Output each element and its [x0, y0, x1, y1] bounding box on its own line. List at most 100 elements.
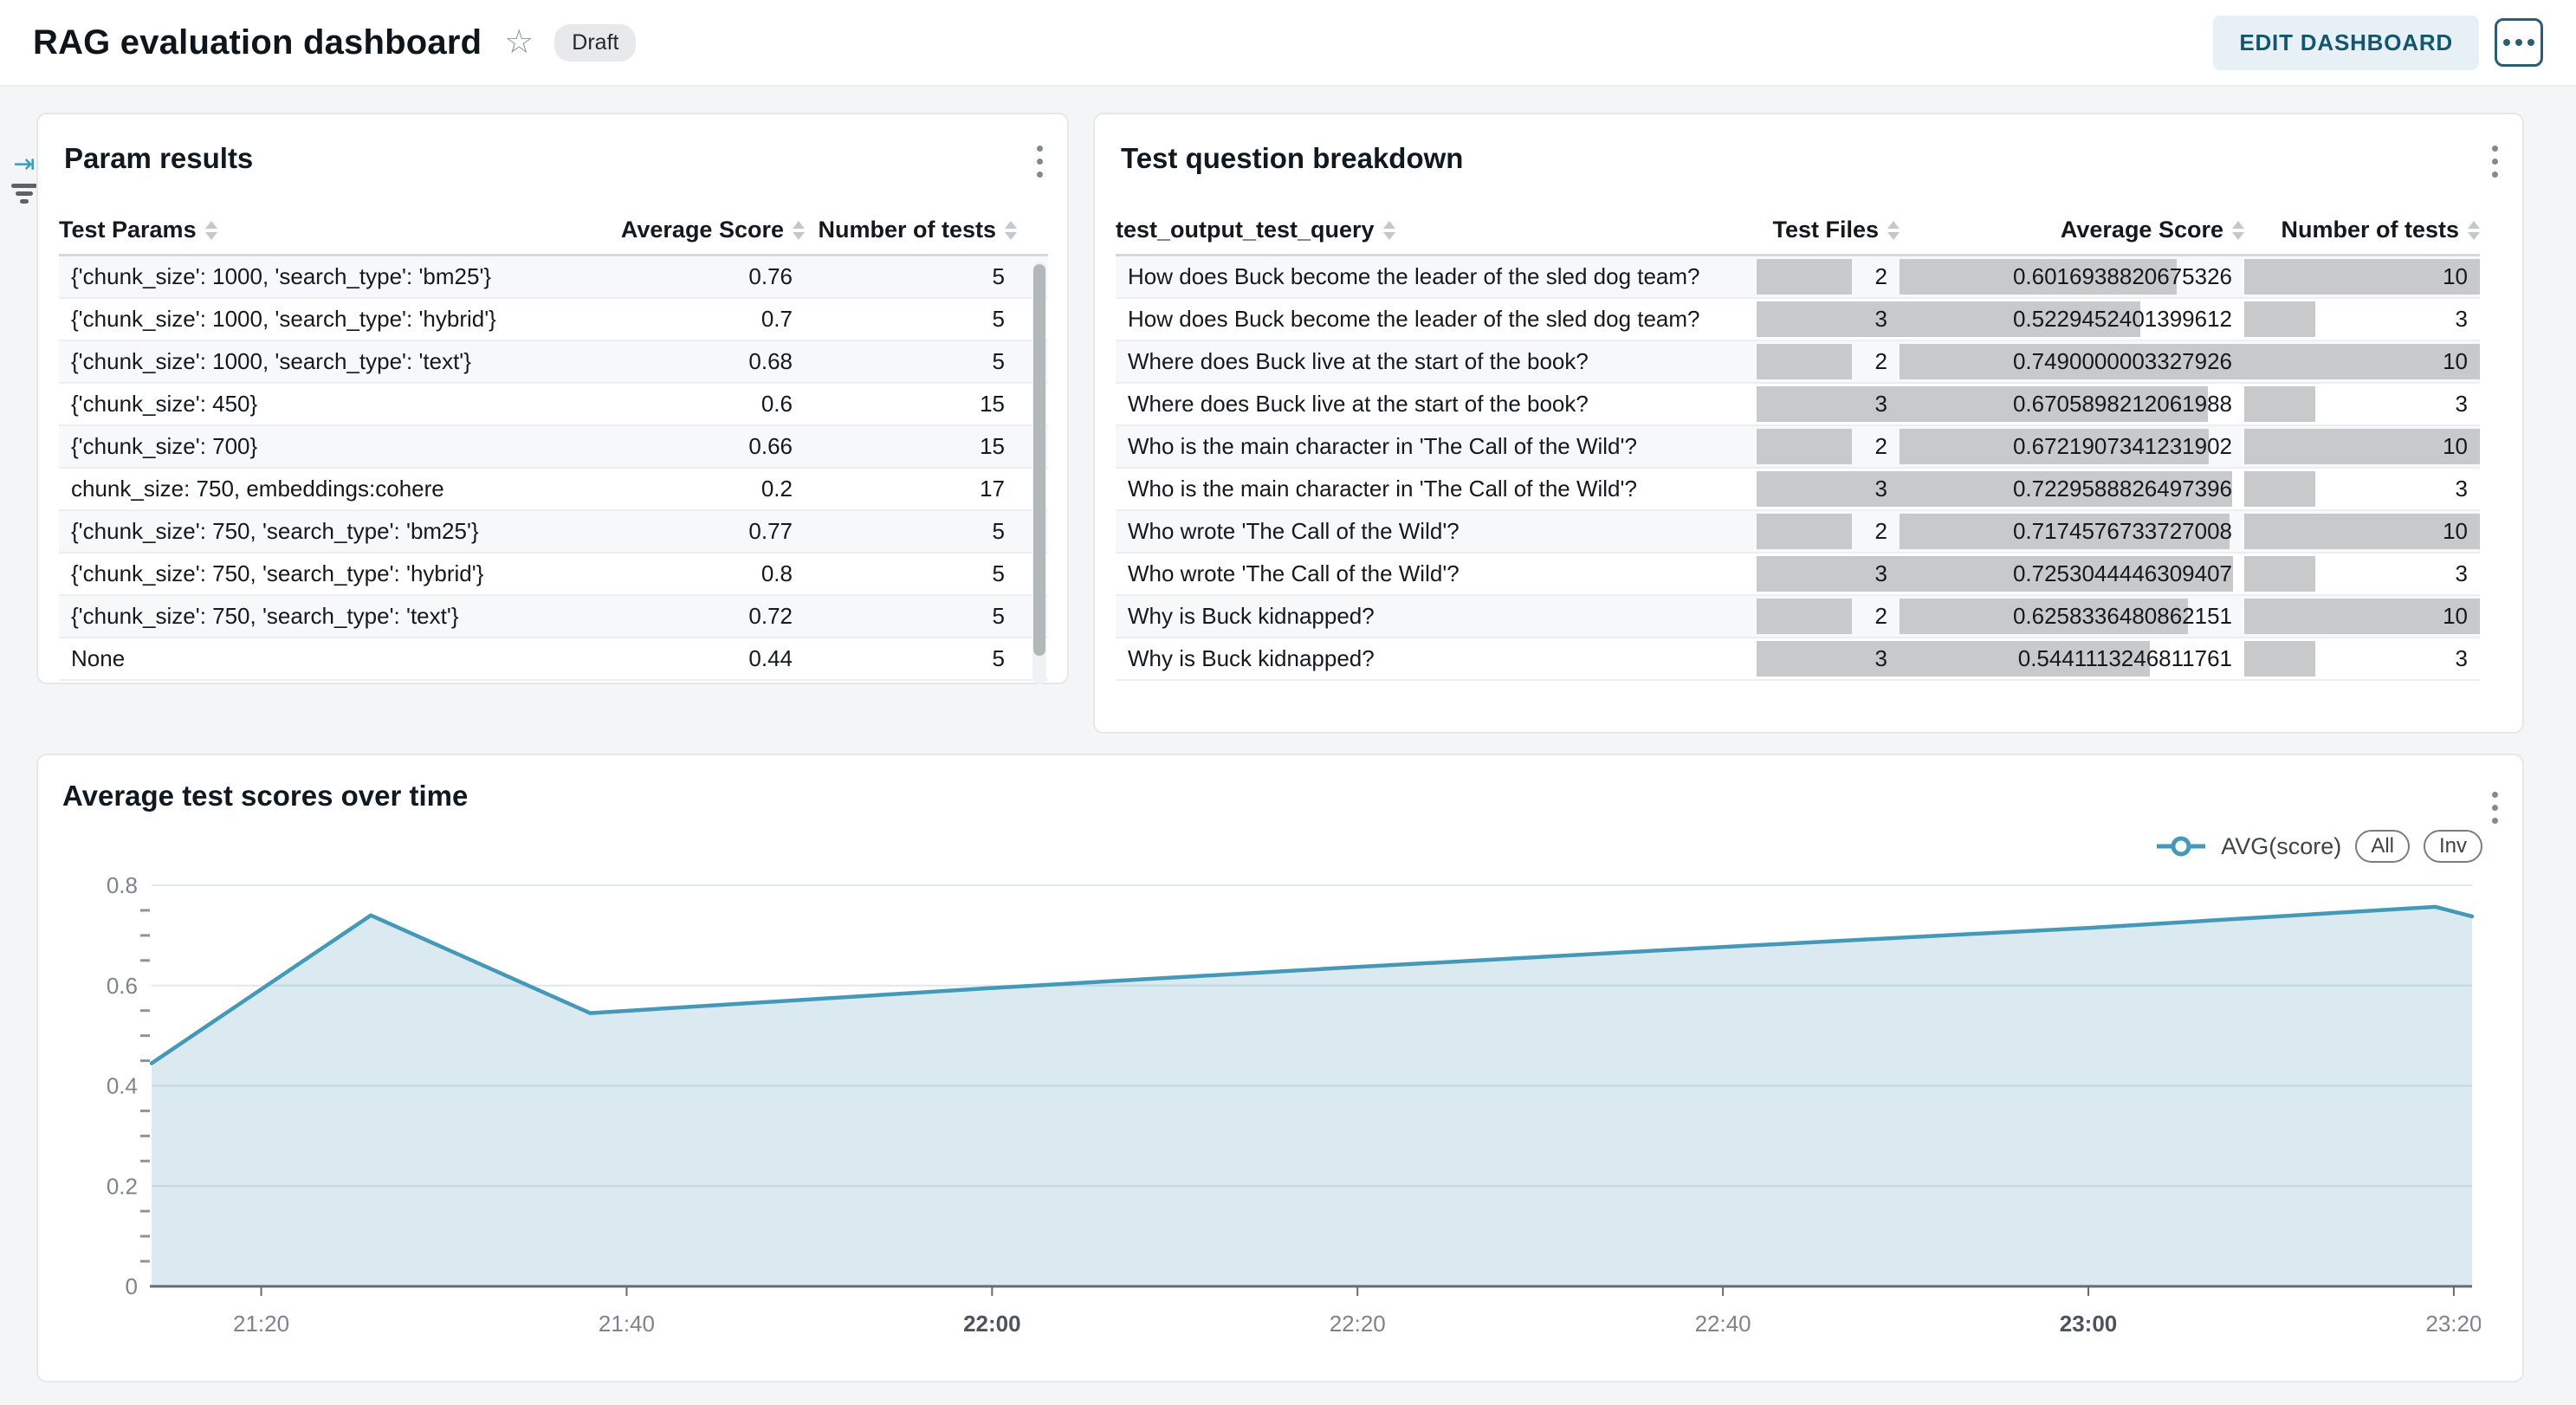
table-row[interactable]: Who is the main character in 'The Call o… [1116, 426, 2480, 469]
num-tests-cell: 5 [805, 256, 1017, 297]
table-row[interactable]: {'chunk_size': 750, 'search_type': 'text… [59, 596, 1048, 638]
sort-icon [205, 221, 217, 240]
x-tick-label: 21:20 [233, 1311, 289, 1337]
param-results-menu-button[interactable] [1032, 140, 1048, 183]
table-row[interactable]: {'chunk_size': 1000, 'search_type': 'hyb… [59, 299, 1048, 341]
chart-menu-button[interactable] [2487, 787, 2503, 829]
query-cell: Who is the main character in 'The Call o… [1116, 469, 1757, 509]
x-tick-label: 22:20 [1330, 1311, 1386, 1337]
avg-score-cell: 0.7229588826497396 [1900, 469, 2244, 509]
page-title: RAG evaluation dashboard [33, 23, 482, 62]
num-tests-cell: 3 [2244, 638, 2480, 679]
question-breakdown-table: test_output_test_queryTest FilesAverage … [1116, 206, 2480, 681]
table-row[interactable]: {'chunk_size': 750, 'search_type': 'hybr… [59, 554, 1048, 596]
num-tests-cell: 3 [2244, 469, 2480, 509]
data-bar [1757, 344, 1852, 379]
table-row[interactable]: Where does Buck live at the start of the… [1116, 341, 2480, 384]
sort-icon [1005, 221, 1017, 240]
table-row[interactable]: Why is Buck kidnapped?30.544111324681176… [1116, 638, 2480, 681]
num-tests-cell: 10 [2244, 256, 2480, 297]
num-tests-cell: 5 [805, 341, 1017, 382]
question-breakdown-menu-button[interactable] [2487, 140, 2503, 183]
num-tests-cell: 10 [2244, 511, 2480, 552]
query-cell: Where does Buck live at the start of the… [1116, 384, 1757, 424]
table-row[interactable]: {'chunk_size': 1000, 'search_type': 'bm2… [59, 256, 1048, 299]
avg-score-cell: 0.76 [610, 256, 805, 297]
favorite-star-icon[interactable]: ☆ [504, 26, 534, 59]
param-cell: {'chunk_size': 450} [59, 384, 610, 424]
column-header[interactable]: Test Files [1757, 217, 1900, 243]
num-tests-cell: 3 [2244, 554, 2480, 594]
table-row[interactable]: How does Buck become the leader of the s… [1116, 299, 2480, 341]
column-header[interactable]: Test Params [59, 217, 610, 243]
data-bar [2244, 556, 2315, 592]
query-cell: How does Buck become the leader of the s… [1116, 256, 1757, 297]
query-cell: Who is the main character in 'The Call o… [1116, 426, 1757, 467]
data-bar [1757, 429, 1852, 464]
test-files-cell: 2 [1757, 256, 1900, 297]
query-cell: Why is Buck kidnapped? [1116, 596, 1757, 637]
num-tests-cell: 5 [805, 596, 1017, 637]
sort-icon [793, 221, 805, 240]
more-options-button[interactable] [2495, 18, 2543, 67]
param-cell: {'chunk_size': 1000, 'search_type': 'hyb… [59, 299, 610, 340]
avg-score-cell: 0.7174576733727008 [1900, 511, 2244, 552]
x-tick-label: 21:40 [599, 1311, 655, 1337]
num-tests-cell: 5 [805, 638, 1017, 679]
test-files-cell: 3 [1757, 554, 1900, 594]
param-results-title: Param results [64, 142, 253, 175]
table-row[interactable]: Why is Buck kidnapped?20.625833648086215… [1116, 596, 2480, 638]
table-row[interactable]: Who wrote 'The Call of the Wild'?30.7253… [1116, 554, 2480, 596]
x-tick-label: 22:40 [1695, 1311, 1751, 1337]
test-files-cell: 3 [1757, 384, 1900, 424]
query-cell: How does Buck become the leader of the s… [1116, 299, 1757, 340]
param-cell: {'chunk_size': 750, 'search_type': 'bm25… [59, 511, 610, 552]
param-table-scrollbar-thumb[interactable] [1033, 264, 1045, 656]
table-row[interactable]: {'chunk_size': 450}0.615 [59, 384, 1048, 426]
param-results-panel: Param results Test ParamsAverage ScoreNu… [36, 113, 1069, 684]
table-row[interactable]: {'chunk_size': 1000, 'search_type': 'tex… [59, 341, 1048, 384]
question-breakdown-title: Test question breakdown [1121, 142, 1463, 175]
y-tick-label: 0 [126, 1273, 138, 1299]
table-row[interactable]: {'chunk_size': 700}0.6615 [59, 426, 1048, 469]
avg-score-cell: 0.77 [610, 511, 805, 552]
table-row[interactable]: Where does Buck live at the start of the… [1116, 384, 2480, 426]
table-row[interactable]: Who wrote 'The Call of the Wild'?20.7174… [1116, 511, 2480, 554]
num-tests-cell: 3 [2244, 384, 2480, 424]
query-cell: Where does Buck live at the start of the… [1116, 341, 1757, 382]
column-header[interactable]: Number of tests [805, 217, 1017, 243]
data-bar [1757, 514, 1852, 549]
data-bar [2244, 641, 2315, 677]
avg-score-cell: 0.2 [610, 469, 805, 509]
num-tests-cell: 5 [805, 511, 1017, 552]
query-cell: Who wrote 'The Call of the Wild'? [1116, 554, 1757, 594]
legend-inv-button[interactable]: Inv [2424, 830, 2482, 863]
legend-all-button[interactable]: All [2355, 830, 2410, 863]
avg-score-cell: 0.6 [610, 384, 805, 424]
test-files-cell: 2 [1757, 426, 1900, 467]
table-row[interactable]: Who is the main character in 'The Call o… [1116, 469, 2480, 511]
dashboard-header: RAG evaluation dashboard ☆ Draft EDIT DA… [0, 0, 2576, 87]
avg-score-cell: 0.66 [610, 426, 805, 467]
column-header[interactable]: Average Score [1900, 217, 2244, 243]
param-cell: {'chunk_size': 750, 'search_type': 'hybr… [59, 554, 610, 594]
table-row[interactable]: None0.445 [59, 638, 1048, 681]
avg-score-cell: 0.5441113246811761 [1900, 638, 2244, 679]
legend-series-label[interactable]: AVG(score) [2221, 833, 2341, 860]
column-header[interactable]: Average Score [610, 217, 805, 243]
table-row[interactable]: {'chunk_size': 750, 'search_type': 'bm25… [59, 511, 1048, 554]
num-tests-cell: 10 [2244, 596, 2480, 637]
column-header[interactable]: test_output_test_query [1116, 217, 1757, 243]
column-header[interactable]: Number of tests [2244, 217, 2480, 243]
y-tick-label: 0.6 [107, 973, 138, 999]
table-row[interactable]: chunk_size: 750, embeddings:cohere0.217 [59, 469, 1048, 511]
param-cell: {'chunk_size': 750, 'search_type': 'text… [59, 596, 610, 637]
test-files-cell: 3 [1757, 299, 1900, 340]
num-tests-cell: 10 [2244, 426, 2480, 467]
table-row[interactable]: How does Buck become the leader of the s… [1116, 256, 2480, 299]
avg-score-cell: 0.44 [610, 638, 805, 679]
test-files-cell: 3 [1757, 469, 1900, 509]
data-bar [2244, 301, 2315, 337]
edit-dashboard-button[interactable]: EDIT DASHBOARD [2213, 16, 2479, 70]
sort-icon [1887, 221, 1900, 240]
